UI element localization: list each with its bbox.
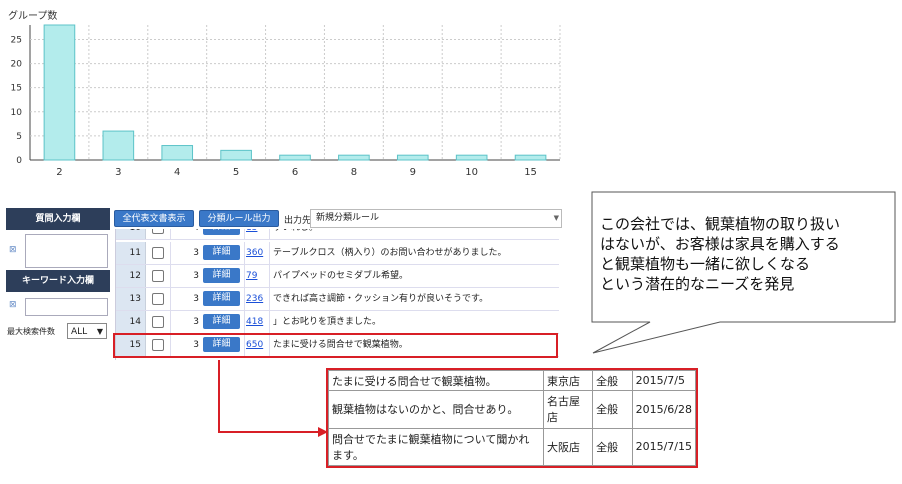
- doc-date: 2015/7/5: [631, 369, 697, 392]
- callout-line: この会社では、観葉植物の取り扱い: [600, 215, 841, 233]
- table-row: 観葉植物はないのかと、問合せあり。 名古屋店 全般 2015/6/28: [328, 390, 697, 429]
- callout-line: という潜在的なニーズを発見: [600, 275, 795, 293]
- table-row: たまに受ける問合せで観葉植物。 東京店 全般 2015/7/5: [328, 369, 697, 392]
- connector-arrow-line: [218, 360, 322, 433]
- doc-store: 名古屋店: [542, 390, 594, 429]
- doc-type: 全般: [592, 390, 633, 429]
- doc-store: 東京店: [542, 369, 594, 392]
- doc-store: 大阪店: [542, 427, 594, 467]
- detail-document-table: たまに受ける問合せで観葉植物。 東京店 全般 2015/7/5 観葉植物はないの…: [326, 368, 698, 468]
- callout-line: と観葉植物も一緒に欲しくなる: [600, 255, 811, 273]
- doc-text: 観葉植物はないのかと、問合せあり。: [328, 390, 544, 429]
- callout-text: この会社では、観葉植物の取り扱い はないが、お客様は家具を購入する と観葉植物も…: [600, 214, 895, 294]
- table-row: 問合せでたまに観葉植物について聞かれます。 大阪店 全般 2015/7/15: [328, 427, 697, 467]
- doc-text: たまに受ける問合せで観葉植物。: [328, 369, 544, 392]
- doc-type: 全般: [592, 369, 633, 392]
- doc-type: 全般: [592, 427, 633, 467]
- callout-line: はないが、お客様は家具を購入する: [600, 235, 840, 253]
- doc-date: 2015/6/28: [631, 390, 697, 429]
- doc-text: 問合せでたまに観葉植物について聞かれます。: [328, 427, 544, 467]
- doc-date: 2015/7/15: [631, 427, 697, 467]
